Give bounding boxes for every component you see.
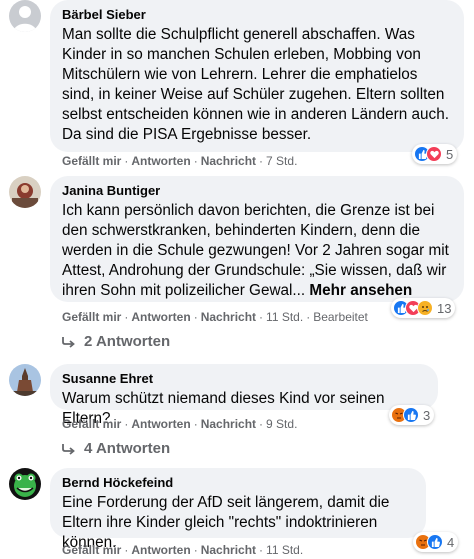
timestamp[interactable]: 11 Std.: [266, 543, 303, 557]
separator: ·: [259, 154, 264, 168]
comment-bubble: Susanne Ehret Warum schützt niemand dies…: [50, 364, 438, 427]
comment-text: Man sollte die Schulpflicht generell abs…: [62, 26, 449, 143]
separator: ·: [259, 543, 264, 557]
avatar-bernd-hockefeind[interactable]: [9, 468, 41, 500]
message-button[interactable]: Nachricht: [201, 543, 256, 557]
comment-text: Ich kann persönlich davon berichten, die…: [62, 201, 452, 301]
reaction-summary[interactable]: 3: [389, 405, 435, 425]
comment-bubble: Bärbel Sieber Man sollte die Schulpflich…: [50, 0, 464, 152]
comment-author[interactable]: Susanne Ehret: [62, 371, 426, 387]
comment-bubble: Janina Buntiger Ich kann persönlich davo…: [50, 176, 464, 302]
comment-author[interactable]: Bernd Höckefeind: [62, 475, 414, 491]
avatar-barbel-sieber[interactable]: [9, 0, 41, 32]
reaction-count: 4: [447, 534, 455, 550]
replies-count: 2 Antworten: [84, 333, 171, 350]
separator: ·: [306, 310, 311, 324]
edited-label: Bearbeitet: [313, 310, 368, 324]
like-button[interactable]: Gefällt mir: [62, 543, 121, 557]
avatar-susanne-ehret[interactable]: [9, 364, 41, 396]
reaction-summary[interactable]: 5: [412, 144, 458, 164]
reaction-summary[interactable]: 13: [391, 298, 456, 318]
reaction-count: 13: [437, 300, 452, 316]
separator: ·: [193, 154, 198, 168]
separator: ·: [124, 310, 129, 324]
like-button[interactable]: Gefällt mir: [62, 310, 121, 324]
reply-button[interactable]: Antworten: [131, 310, 190, 324]
avatar-janina-buntiger[interactable]: [9, 176, 41, 208]
profile-photo-icon: [9, 364, 41, 396]
sad-icon: [417, 300, 433, 316]
separator: ·: [193, 310, 198, 324]
message-button[interactable]: Nachricht: [201, 154, 256, 168]
comment-actions: Gefällt mir · Antworten · Nachricht · 11 Std.: [62, 543, 303, 557]
reply-button[interactable]: Antworten: [131, 543, 190, 557]
separator: ·: [193, 417, 198, 431]
separator: ·: [193, 543, 198, 557]
profile-photo-icon: [9, 176, 41, 208]
message-button[interactable]: Nachricht: [201, 417, 256, 431]
comment-actions: Gefällt mir · Antworten · Nachricht · 11 Std. ·…: [62, 310, 368, 324]
timestamp[interactable]: 11 Std.: [266, 310, 303, 324]
reply-button[interactable]: Antworten: [131, 154, 190, 168]
comment-actions: Gefällt mir · Antworten · Nachricht · 9 Std.: [62, 417, 297, 431]
separator: ·: [124, 417, 129, 431]
like-icon: [403, 407, 419, 423]
like-icon: [427, 534, 443, 550]
timestamp[interactable]: 7 Std.: [266, 154, 297, 168]
reply-arrow-icon: [62, 443, 75, 455]
see-more-link[interactable]: Mehr ansehen: [309, 282, 412, 299]
like-button[interactable]: Gefällt mir: [62, 417, 121, 431]
default-avatar-icon: [9, 0, 41, 32]
separator: ·: [259, 310, 264, 324]
separator: ·: [124, 543, 129, 557]
comment-bubble: Bernd Höckefeind Eine Forderung der AfD …: [50, 468, 426, 551]
comment-author[interactable]: Janina Buntiger: [62, 183, 452, 199]
reply-button[interactable]: Antworten: [131, 417, 190, 431]
comment-actions: Gefällt mir · Antworten · Nachricht · 7 Std.: [62, 154, 297, 168]
view-replies-button[interactable]: 4 Antworten: [62, 440, 170, 457]
reaction-count: 5: [446, 146, 454, 162]
view-replies-button[interactable]: 2 Antworten: [62, 333, 170, 350]
love-icon: [426, 146, 442, 162]
reaction-count: 3: [423, 407, 431, 423]
timestamp[interactable]: 9 Std.: [266, 417, 297, 431]
message-button[interactable]: Nachricht: [201, 310, 256, 324]
like-button[interactable]: Gefällt mir: [62, 154, 121, 168]
frog-avatar-icon: [9, 468, 41, 500]
reaction-summary[interactable]: 4: [413, 532, 459, 552]
comment-author[interactable]: Bärbel Sieber: [62, 7, 452, 23]
separator: ·: [124, 154, 129, 168]
separator: ·: [259, 417, 264, 431]
replies-count: 4 Antworten: [84, 440, 171, 457]
reply-arrow-icon: [62, 336, 75, 348]
